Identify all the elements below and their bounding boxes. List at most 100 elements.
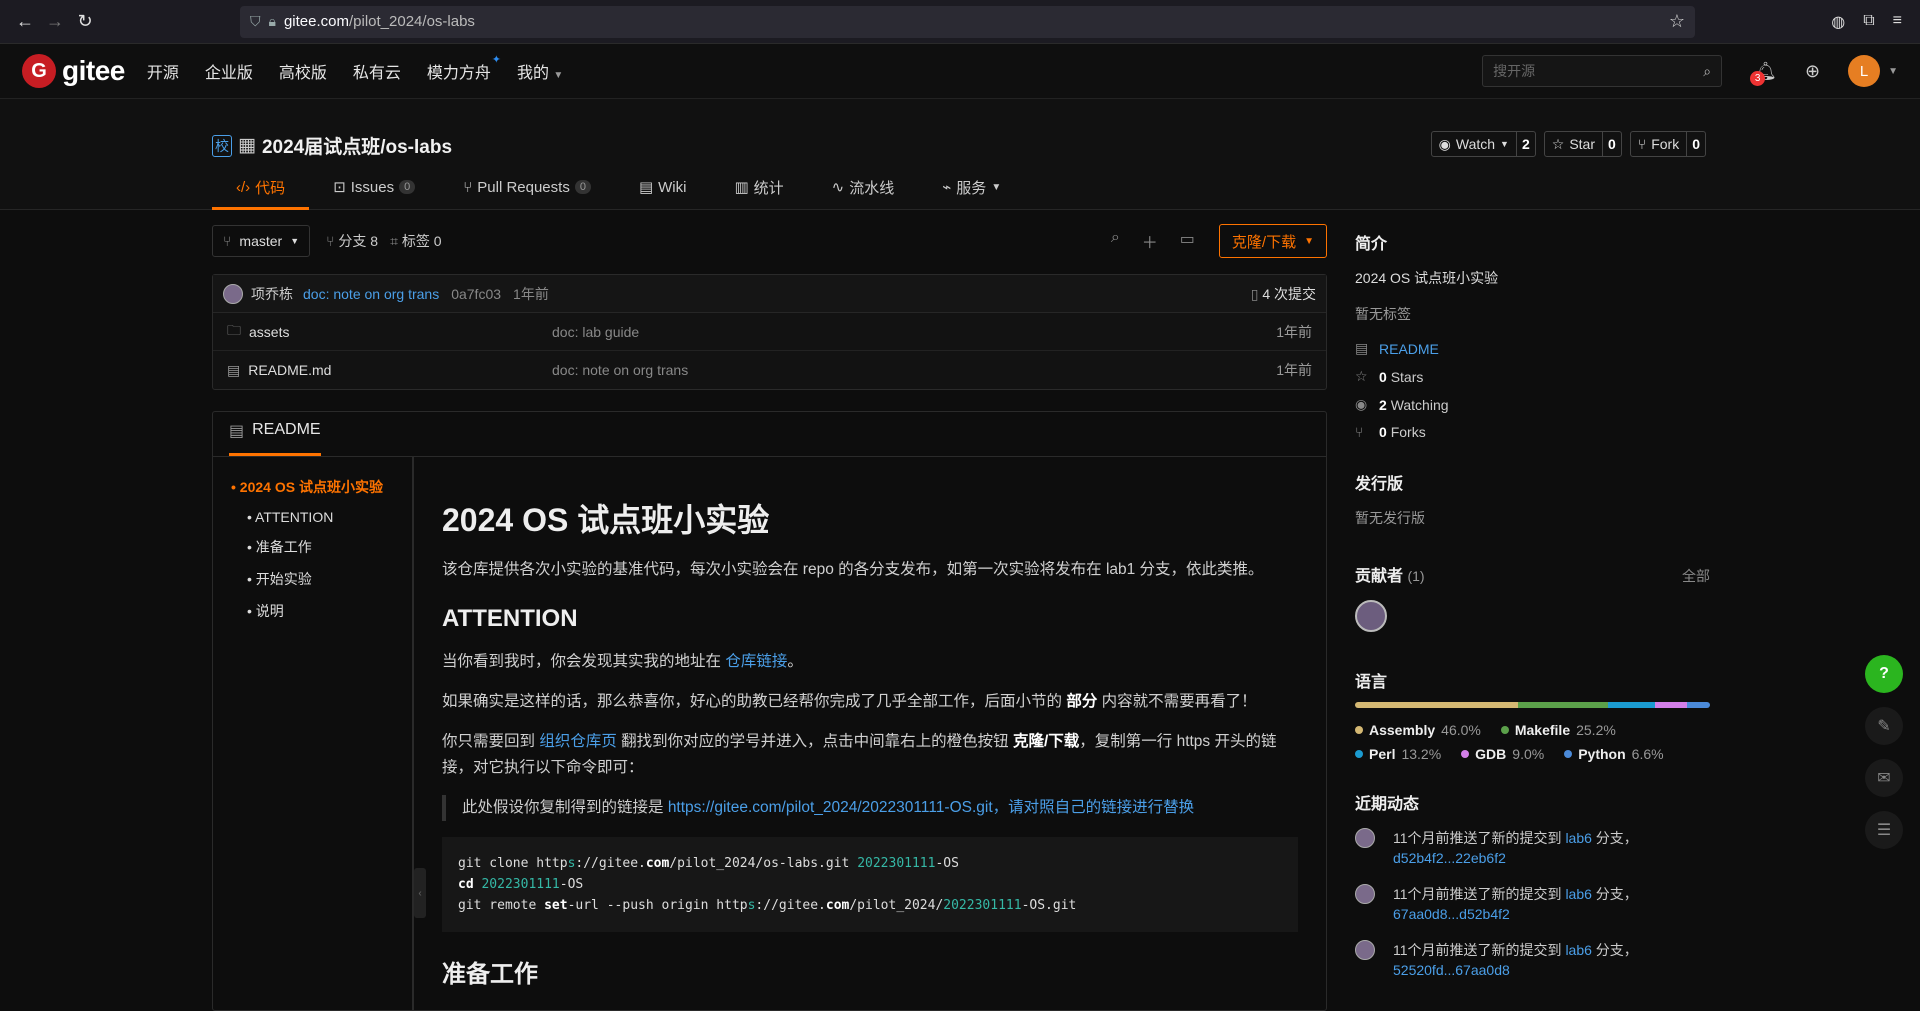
watching-number: 2: [1379, 396, 1387, 413]
forks-stat[interactable]: 0 Forks: [1379, 424, 1426, 440]
avatar[interactable]: [223, 283, 243, 304]
star-button[interactable]: ☆ Star 0: [1543, 131, 1622, 157]
commit-range-link[interactable]: d52b4f2...22eb6f2: [1393, 850, 1506, 866]
contributors-all-link[interactable]: 全部: [1682, 566, 1710, 586]
collapse-toc-handle[interactable]: ‹: [414, 868, 426, 918]
edit-icon[interactable]: ✎: [1865, 707, 1903, 745]
chat-icon[interactable]: ☰: [1865, 811, 1903, 849]
toc-item[interactable]: ATTENTION: [247, 509, 394, 525]
nav-open-source[interactable]: 开源: [147, 59, 179, 83]
language-item[interactable]: Assembly 46.0%: [1355, 722, 1481, 738]
table-row[interactable]: 🗀︎ assets doc: lab guide 1年前: [213, 313, 1326, 351]
back-icon[interactable]: ←: [10, 7, 40, 37]
language-dot: [1355, 726, 1363, 734]
tab-pull-requests[interactable]: ⑂ Pull Requests 0: [439, 167, 615, 210]
plus-icon[interactable]: ＋: [1142, 229, 1158, 253]
commit-author[interactable]: 项乔栋: [251, 284, 293, 304]
tab-stats[interactable]: ▥ 统计: [710, 167, 807, 210]
star-count[interactable]: 0: [1602, 132, 1621, 156]
fork-button[interactable]: ⑂ Fork 0: [1629, 131, 1706, 157]
tab-pipeline[interactable]: ∿ 流水线: [808, 167, 919, 210]
blockquote: 此处假设你复制得到的链接是 https://gitee.com/pilot_20…: [442, 795, 1298, 821]
reload-icon[interactable]: ↻: [70, 7, 100, 37]
branch-link[interactable]: lab6: [1565, 942, 1591, 958]
caret-down-icon: ▼: [1500, 139, 1509, 149]
commit-range-link[interactable]: 67aa0d8...d52b4f2: [1393, 906, 1510, 922]
commit-range-link[interactable]: 52520fd...67aa0d8: [1393, 962, 1510, 978]
forward-icon[interactable]: →: [40, 7, 70, 37]
file-commit-message[interactable]: doc: note on org trans: [552, 362, 688, 378]
web-ide-icon[interactable]: ▭: [1180, 229, 1195, 253]
avatar[interactable]: [1355, 940, 1375, 960]
nav-enterprise[interactable]: 企业版: [205, 59, 253, 83]
search-icon[interactable]: ⌕: [1703, 63, 1711, 80]
bookmark-star-icon[interactable]: ☆: [1669, 11, 1685, 32]
toc-item[interactable]: 开始实验: [247, 569, 394, 589]
watching-stat[interactable]: 2 Watching: [1379, 397, 1449, 413]
branches-link[interactable]: ⑂ 分支 8: [326, 231, 378, 251]
file-name[interactable]: README.md: [248, 362, 331, 378]
org-repo-link[interactable]: 组织仓库页: [539, 733, 617, 750]
commit-count-link[interactable]: ▯ 4 次提交: [1251, 284, 1316, 304]
search-input[interactable]: 搜开源 ⌕: [1482, 55, 1723, 87]
tab-wiki[interactable]: ▤ Wiki: [615, 167, 711, 210]
branch-selector[interactable]: ⑂ master ▼: [212, 225, 311, 257]
url-bar[interactable]: ⛉ 🔒︎ gitee.com/pilot_2024/os-labs ☆: [240, 5, 1695, 38]
tab-issues[interactable]: ⊡ Issues 0: [309, 167, 439, 210]
contributors-label: 贡献者: [1355, 568, 1404, 585]
tab-count: 0: [574, 180, 591, 194]
nav-private-cloud[interactable]: 私有云: [353, 59, 401, 83]
clone-download-button[interactable]: 克隆/下载 ▼: [1218, 224, 1327, 258]
avatar[interactable]: [1355, 828, 1375, 848]
extension-icon[interactable]: ◍: [1831, 12, 1845, 32]
language-item[interactable]: Perl 13.2%: [1355, 746, 1441, 762]
extensions-puzzle-icon[interactable]: ⧉: [1863, 12, 1874, 32]
latest-commit: 项乔栋 doc: note on org trans 0a7fc03 1年前 ▯…: [213, 275, 1326, 313]
fork-count[interactable]: 0: [1686, 132, 1705, 156]
pull-request-icon: ⑂: [463, 178, 473, 196]
menu-icon[interactable]: ≡: [1893, 12, 1902, 32]
branch-link[interactable]: lab6: [1565, 830, 1591, 846]
tab-services[interactable]: ⌁ 服务 ▼: [918, 167, 1025, 210]
avatar[interactable]: [1355, 600, 1387, 632]
language-item[interactable]: Python 6.6%: [1564, 746, 1664, 762]
add-icon[interactable]: ⊕: [1805, 61, 1820, 82]
watch-button[interactable]: ◉ Watch ▼ 2: [1430, 131, 1536, 157]
readme-content: 2024 OS 试点班小实验 该仓库提供各次小实验的基准代码，每次小实验会在 r…: [414, 457, 1326, 1010]
commit-message[interactable]: doc: note on org trans: [303, 286, 439, 302]
avatar[interactable]: [1355, 884, 1375, 904]
stars-stat[interactable]: 0 Stars: [1379, 369, 1423, 385]
repo-name[interactable]: 2024届试点班/os-labs: [262, 132, 452, 159]
notification-bell-icon[interactable]: 🔔︎ 3: [1750, 61, 1777, 86]
mail-icon[interactable]: ✉: [1865, 759, 1903, 797]
tags-link[interactable]: ⌗ 标签 0: [390, 231, 441, 251]
language-name: Perl: [1369, 746, 1396, 762]
nav-moli[interactable]: 模力方舟 ✦: [427, 54, 501, 83]
language-item[interactable]: Makefile 25.2%: [1500, 722, 1616, 738]
nav-mine[interactable]: 我的 ▼: [517, 59, 563, 83]
file-name[interactable]: assets: [249, 324, 289, 340]
text: 内容就不需要再看了！: [1097, 693, 1257, 710]
code-toolbar: ⑂ master ▼ ⑂ 分支 8 ⌗ 标签 0 ⌕ ＋ ▭ 克隆/下载 ▼: [212, 224, 1327, 258]
help-icon[interactable]: ?: [1865, 655, 1903, 693]
language-item[interactable]: GDB 9.0%: [1461, 746, 1544, 762]
repo-header: 校 ▦ 2024届试点班/os-labs ◉ Watch ▼ 2 ☆ Star 0 ⑂…: [0, 99, 1920, 210]
commit-hash[interactable]: 0a7fc03: [451, 286, 501, 302]
chart-icon: ▥: [734, 179, 749, 196]
user-menu[interactable]: L ▼: [1848, 55, 1898, 87]
example-link[interactable]: https://gitee.com/pilot_2024/2022301111-…: [668, 799, 1194, 816]
tab-code[interactable]: ‹/› 代码: [212, 167, 310, 210]
toc-item[interactable]: 准备工作: [247, 537, 394, 557]
search-icon[interactable]: ⌕: [1111, 229, 1120, 253]
nav-education[interactable]: 高校版: [279, 59, 327, 83]
repo-link[interactable]: 仓库链接: [725, 653, 787, 670]
readme-link[interactable]: README: [1379, 341, 1439, 357]
readme-tab[interactable]: ▤ README: [229, 421, 321, 456]
branch-link[interactable]: lab6: [1565, 886, 1591, 902]
toc-item[interactable]: 说明: [247, 601, 394, 621]
file-commit-message[interactable]: doc: lab guide: [552, 324, 639, 340]
watch-count[interactable]: 2: [1515, 132, 1535, 156]
gitee-logo[interactable]: G gitee: [22, 54, 125, 88]
table-row[interactable]: ▤ README.md doc: note on org trans 1年前: [213, 351, 1326, 389]
toc-item[interactable]: 2024 OS 试点班小实验: [231, 477, 394, 497]
